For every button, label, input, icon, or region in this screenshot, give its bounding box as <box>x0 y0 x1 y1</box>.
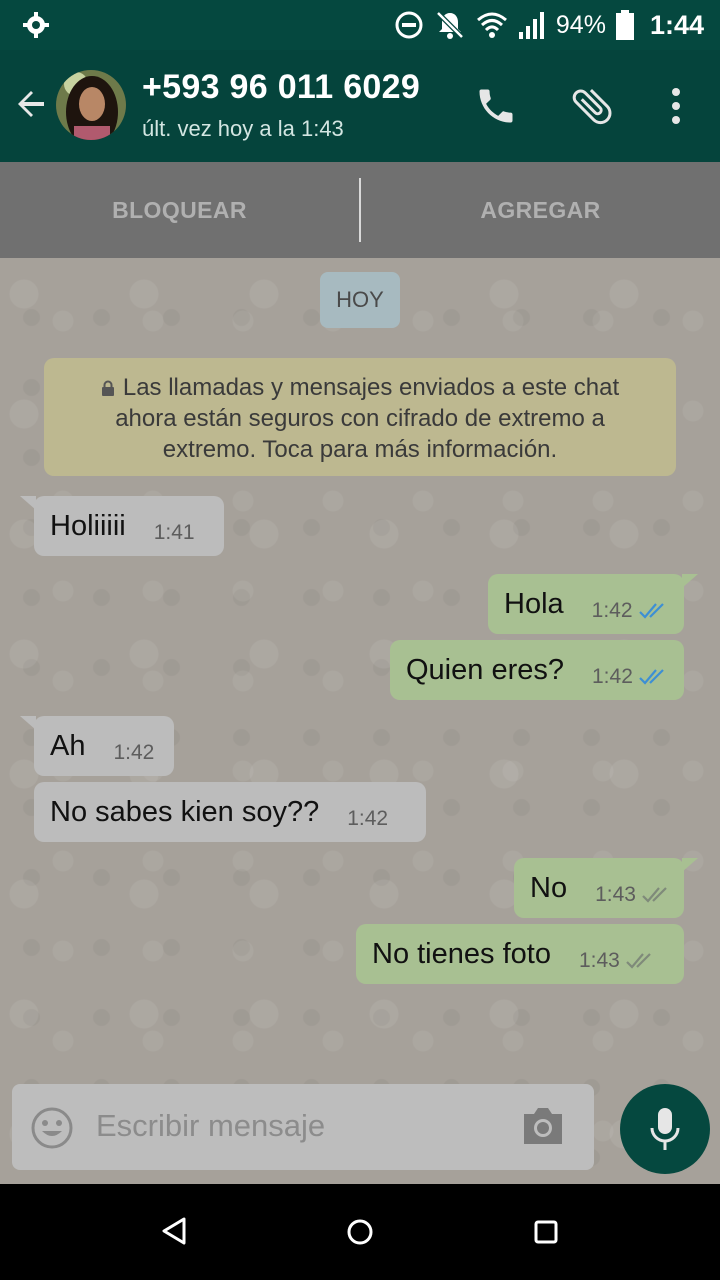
nav-recents-icon[interactable] <box>534 1220 558 1244</box>
contact-actions-bar: BLOQUEAR AGREGAR <box>0 162 720 258</box>
emoji-icon[interactable] <box>30 1106 74 1150</box>
message-text: No sabes kien soy?? <box>50 795 320 828</box>
camera-icon[interactable] <box>520 1106 566 1146</box>
more-vert-icon[interactable] <box>664 84 688 128</box>
message-text: Ah <box>50 729 86 762</box>
back-arrow-icon[interactable] <box>14 86 50 122</box>
message-time: 1:42 <box>591 599 633 622</box>
add-contact-button[interactable]: AGREGAR <box>361 197 720 224</box>
block-button[interactable]: BLOQUEAR <box>0 197 359 224</box>
delivered-double-check-icon <box>642 887 667 903</box>
message-text: Holiiiii <box>50 509 126 542</box>
mic-button[interactable] <box>620 1084 710 1174</box>
message-time: 1:42 <box>347 807 389 830</box>
message-composer[interactable]: Escribir mensaje <box>12 1084 594 1170</box>
message-time: 1:43 <box>595 883 636 906</box>
lock-icon <box>101 380 114 396</box>
battery-percent: 94% <box>555 10 606 39</box>
message-bubble-outgoing[interactable]: Quien eres? 1:42 <box>390 640 684 700</box>
notifications-off-icon <box>436 11 464 39</box>
status-bar: 94% 1:44 <box>0 0 720 50</box>
message-input[interactable]: Escribir mensaje <box>96 1108 325 1144</box>
encryption-notice[interactable]: Las llamadas y mensajes enviados a este … <box>44 358 676 476</box>
message-time: 1:43 <box>578 949 620 972</box>
message-time: 1:42 <box>592 665 633 688</box>
settings-icon <box>23 12 49 38</box>
read-double-check-icon <box>638 603 664 619</box>
nav-back-icon[interactable] <box>160 1216 188 1246</box>
read-double-check-icon <box>639 669 664 685</box>
message-time: 1:41 <box>153 521 195 544</box>
message-text: No tienes foto <box>372 937 551 970</box>
message-text: No <box>530 871 568 904</box>
call-icon[interactable] <box>474 84 518 128</box>
message-bubble-incoming[interactable]: Ah 1:42 <box>20 716 174 776</box>
avatar[interactable] <box>56 70 126 140</box>
attach-icon[interactable] <box>568 82 616 130</box>
message-text: Quien eres? <box>406 653 564 686</box>
signal-icon <box>518 12 544 39</box>
clock: 1:44 <box>649 9 704 40</box>
delivered-double-check-icon <box>626 953 651 969</box>
app-bar: +593 96 011 6029 últ. vez hoy a la 1:43 <box>0 50 720 162</box>
last-seen: últ. vez hoy a la 1:43 <box>142 116 344 141</box>
nav-home-icon[interactable] <box>346 1218 374 1246</box>
message-bubble-outgoing[interactable]: No tienes foto 1:43 <box>356 924 684 984</box>
message-bubble-incoming[interactable]: Holiiiii 1:41 <box>20 496 224 556</box>
encryption-notice-text: Las llamadas y mensajes enviados a este … <box>115 374 620 463</box>
mic-icon <box>650 1108 680 1150</box>
chat-area[interactable]: HOY Las llamadas y mensajes enviados a e… <box>0 258 720 1184</box>
message-time: 1:42 <box>113 741 155 764</box>
date-chip: HOY <box>320 272 400 328</box>
do-not-disturb-icon <box>395 11 423 39</box>
contact-name[interactable]: +593 96 011 6029 <box>142 68 420 107</box>
message-bubble-outgoing[interactable]: Hola 1:42 <box>488 574 698 634</box>
message-text: Hola <box>504 587 564 620</box>
wifi-icon <box>476 12 507 38</box>
message-bubble-incoming[interactable]: No sabes kien soy?? 1:42 <box>34 782 426 842</box>
system-nav-bar <box>0 1184 720 1280</box>
message-bubble-outgoing[interactable]: No 1:43 <box>514 858 698 918</box>
battery-icon <box>615 10 634 40</box>
